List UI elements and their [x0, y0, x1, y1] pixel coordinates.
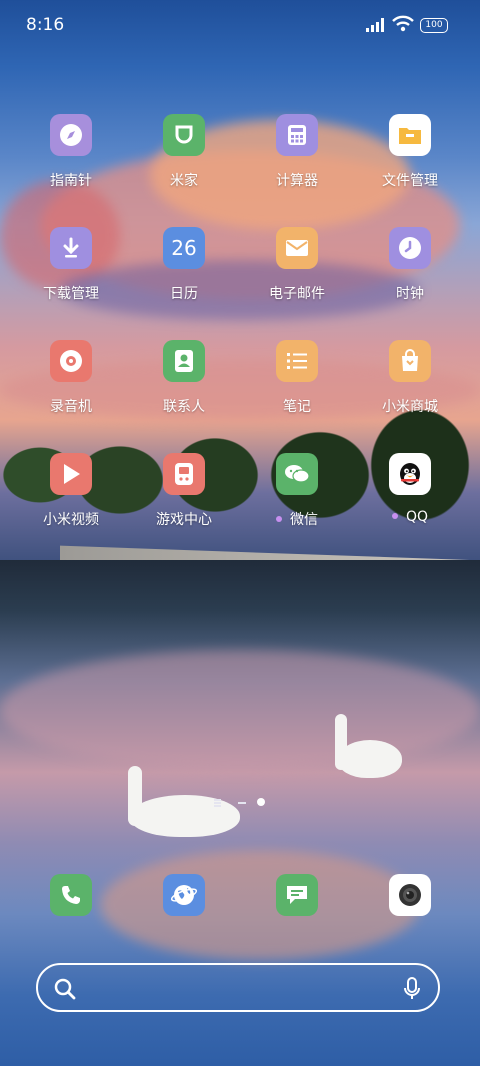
new-indicator-dot: [276, 516, 282, 522]
app-contacts[interactable]: 联系人: [134, 340, 234, 416]
clock-icon: [389, 227, 431, 269]
app-label: 时钟: [396, 286, 424, 302]
app-compass[interactable]: 指南针: [21, 114, 121, 190]
app-label: 微信: [290, 512, 318, 528]
clock-time: 8:16: [26, 15, 65, 35]
search-icon: [54, 978, 76, 1000]
signal-icon: [366, 18, 384, 32]
app-notes[interactable]: 笔记: [247, 340, 347, 416]
calculator-icon: [276, 114, 318, 156]
app-mi-video[interactable]: 小米视频: [21, 453, 121, 529]
recorder-icon: [50, 340, 92, 382]
calendar-icon: 26: [163, 227, 205, 269]
contacts-icon: [163, 340, 205, 382]
app-calendar[interactable]: 26 日历: [134, 227, 234, 303]
mijia-icon: [163, 114, 205, 156]
app-label: 小米商城: [382, 399, 438, 415]
dock-browser[interactable]: [134, 874, 234, 916]
app-recorder[interactable]: 录音机: [21, 340, 121, 416]
play-icon: [50, 453, 92, 495]
wechat-icon: [276, 453, 318, 495]
page-indicator[interactable]: [214, 798, 266, 808]
calendar-date: 26: [171, 236, 197, 260]
app-wechat[interactable]: 微信: [247, 453, 347, 529]
page-indicator-dash: [238, 802, 246, 804]
dock-phone[interactable]: [21, 874, 121, 916]
app-calculator[interactable]: 计算器: [247, 114, 347, 190]
app-label: 小米视频: [43, 512, 99, 528]
dock-messages[interactable]: [247, 874, 347, 916]
mail-icon: [276, 227, 318, 269]
search-bar[interactable]: [36, 963, 440, 1012]
microphone-icon[interactable]: [402, 977, 422, 1001]
dock-camera[interactable]: [360, 874, 460, 916]
app-label: 米家: [170, 173, 198, 189]
gamepad-icon: [163, 453, 205, 495]
app-label: 游戏中心: [156, 512, 212, 528]
messages-icon: [276, 874, 318, 916]
wifi-icon: [392, 15, 414, 32]
folder-icon: [389, 114, 431, 156]
app-label: 文件管理: [382, 173, 438, 189]
new-indicator-dot: [391, 513, 398, 519]
status-bar: 8:16 100: [0, 0, 480, 50]
qq-penguin-icon: [389, 453, 431, 495]
app-label: 下载管理: [43, 286, 99, 302]
app-clock[interactable]: 时钟: [360, 227, 460, 303]
browser-globe-icon: [163, 874, 205, 916]
battery-indicator: 100: [420, 18, 448, 33]
app-label: 指南针: [50, 173, 92, 189]
app-label: 电子邮件: [269, 286, 325, 302]
notes-icon: [276, 340, 318, 382]
page-indicator-active-dot: [257, 798, 265, 806]
app-game-center[interactable]: 游戏中心: [134, 453, 234, 529]
app-email[interactable]: 电子邮件: [247, 227, 347, 303]
app-label: 笔记: [283, 399, 311, 415]
download-icon: [50, 227, 92, 269]
app-label: 日历: [170, 286, 198, 302]
app-label: 录音机: [50, 399, 92, 415]
compass-icon: [50, 114, 92, 156]
app-label: 联系人: [163, 399, 205, 415]
app-downloads[interactable]: 下载管理: [21, 227, 121, 303]
app-mi-store[interactable]: 小米商城: [360, 340, 460, 416]
app-qq[interactable]: QQ: [360, 453, 460, 525]
app-mijia[interactable]: 米家: [134, 114, 234, 190]
camera-icon: [389, 874, 431, 916]
app-label: QQ: [405, 509, 429, 525]
app-file-manager[interactable]: 文件管理: [360, 114, 460, 190]
phone-icon: [50, 874, 92, 916]
store-bag-icon: [389, 340, 431, 382]
app-label: 计算器: [276, 173, 318, 189]
